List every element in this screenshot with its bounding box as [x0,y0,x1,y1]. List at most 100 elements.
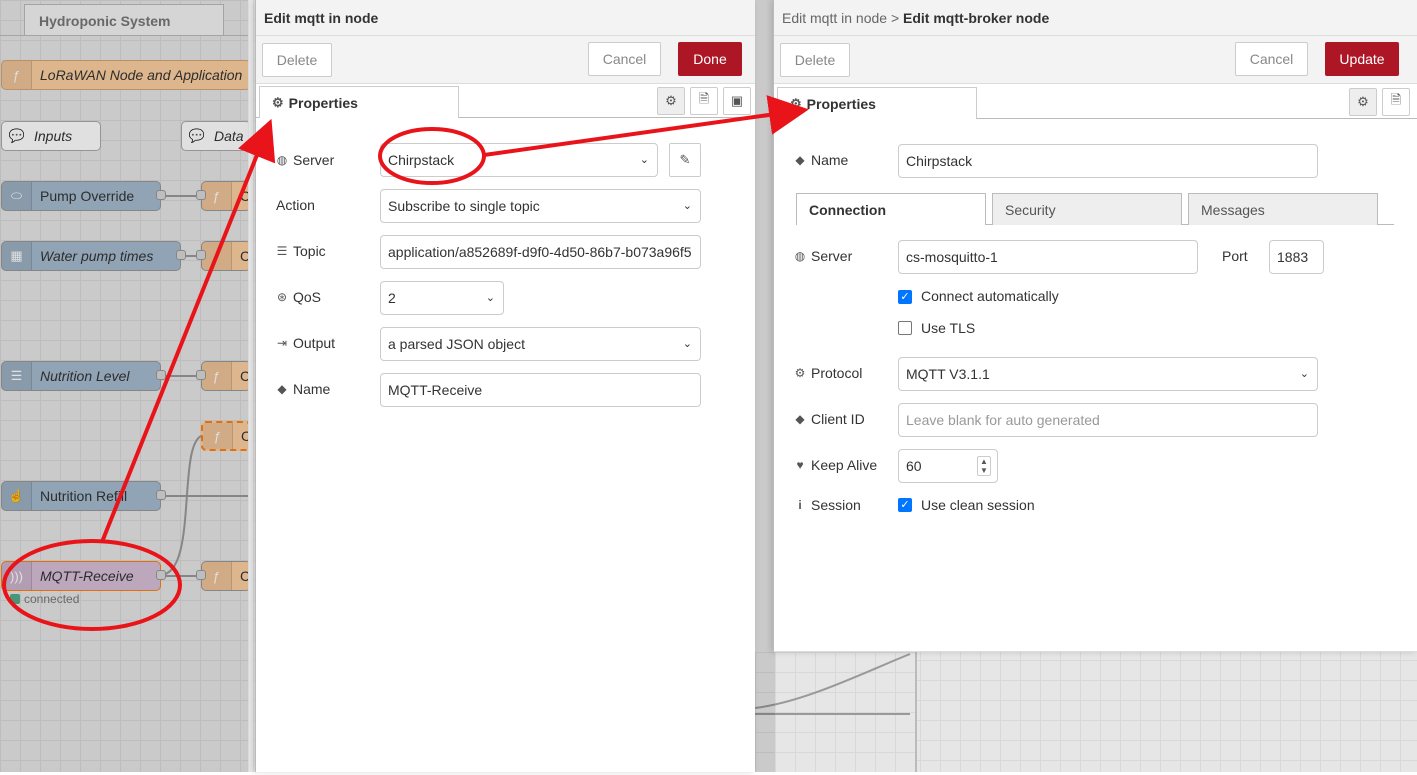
port-value: 1883 [1277,249,1309,265]
port-label-text: Port [1222,248,1248,264]
heartbeat-icon: ♥ [796,458,804,472]
tab-messages[interactable]: Messages [1188,193,1378,225]
tray-toolbar: Delete Cancel Update [774,36,1417,84]
keep-alive-label-text: Keep Alive [811,457,878,473]
done-button[interactable]: Done [678,42,742,76]
tray-divider[interactable] [248,0,254,772]
spinner-arrows-icon[interactable]: ▲ ▼ [977,456,991,476]
gear-icon[interactable]: ⚙ [657,87,685,115]
clean-session-checkbox[interactable]: ✓ [898,498,912,512]
cancel-button[interactable]: Cancel [588,42,661,76]
name-label-text: Name [293,381,331,397]
connect-automatically-label: Connect automatically [921,288,1059,304]
gear-icon: ⚙ [272,94,284,110]
name-label: ◆ Name [276,381,330,397]
broker-server-value: cs-mosquitto-1 [906,249,998,265]
action-label-text: Action [276,197,315,213]
gap-shade [755,0,775,772]
sign-out-icon: ⇥ [276,336,288,350]
globe-icon: ◍ [276,153,288,167]
gear-icon: ⚙ [790,95,802,111]
keep-alive-label: ♥ Keep Alive [794,457,877,473]
output-label: ⇥ Output [276,335,335,351]
session-label-text: Session [811,497,861,513]
qos-select-value: 2 [388,290,396,306]
topic-label-text: Topic [293,243,326,259]
cog-icon: ⚙ [794,366,806,380]
breadcrumb-separator: > [890,10,900,26]
qos-label: ⊛ QoS [276,289,321,305]
broker-name-value: Chirpstack [906,153,973,169]
tasks-icon: ☰ [276,244,288,258]
chevron-down-icon: ⌄ [485,292,495,304]
keep-alive-spinner[interactable]: 60 ▲ ▼ [898,449,998,483]
keep-alive-value: 60 [906,458,922,474]
tab-connection[interactable]: Connection [796,193,986,225]
appearance-icon[interactable]: ▣ [723,87,751,115]
delete-button[interactable]: Delete [780,43,850,77]
chevron-down-icon: ⌄ [639,154,649,166]
chevron-down-icon: ⌄ [682,338,692,350]
wire-curve [754,653,911,715]
delete-button[interactable]: Delete [262,43,332,77]
document-icon[interactable]: 🗎 [1382,88,1410,116]
topic-input[interactable]: application/a852689f-d9f0-4d50-86b7-b073… [380,235,701,269]
port-input[interactable]: 1883 [1269,240,1324,274]
tray-title-text: Edit mqtt-broker node [903,10,1050,26]
client-id-placeholder: Leave blank for auto generated [906,412,1100,428]
protocol-select[interactable]: MQTT V3.1.1 ⌄ [898,357,1318,391]
chevron-down-icon: ⌄ [682,200,692,212]
client-id-input[interactable]: Leave blank for auto generated [898,403,1318,437]
use-tls-label: Use TLS [921,320,976,336]
update-button[interactable]: Update [1325,42,1399,76]
tab-label: Properties [288,94,358,111]
workspace-corner [754,652,917,772]
broker-server-input[interactable]: cs-mosquitto-1 [898,240,1198,274]
tab-security[interactable]: Security [992,193,1182,225]
client-id-label: ◆ Client ID [794,411,865,427]
topic-label: ☰ Topic [276,243,326,259]
name-input[interactable]: MQTT-Receive [380,373,701,407]
workspace-shade [0,0,248,772]
tray-title-text: Edit mqtt in node [264,10,379,26]
gear-icon[interactable]: ⚙ [1349,88,1377,116]
output-select[interactable]: a parsed JSON object ⌄ [380,327,701,361]
breadcrumb-link[interactable]: Edit mqtt in node [782,10,887,26]
tray-title: Edit mqtt in node [256,0,755,36]
server-select[interactable]: Chirpstack ⌄ [380,143,658,177]
server-label: ◍ Server [276,152,334,168]
info-icon: i [798,498,802,512]
pencil-icon[interactable]: ✎ [669,143,701,177]
server-label: ◍ Server [794,248,852,264]
tag-icon: ◆ [795,412,805,426]
tab-properties[interactable]: ⚙ Properties [259,86,459,118]
qos-label-text: QoS [293,289,322,305]
qos-select[interactable]: 2 ⌄ [380,281,504,315]
tray-toolbar: Delete Cancel Done [256,36,755,84]
cancel-button[interactable]: Cancel [1235,42,1308,76]
tab-properties[interactable]: ⚙ Properties [777,87,977,119]
server-select-value: Chirpstack [388,152,455,168]
connect-automatically-checkbox[interactable]: ✓ [898,290,912,304]
action-label: Action [276,197,315,213]
broker-name-input[interactable]: Chirpstack [898,144,1318,178]
edit-mqtt-in-tray: Edit mqtt in node Delete Cancel Done ⚙ P… [255,0,755,772]
use-tls-checkbox[interactable] [898,321,912,335]
protocol-label: ⚙ Protocol [794,365,863,381]
tab-label: Properties [806,95,876,112]
port-label: Port [1222,248,1248,264]
globe-icon: ◍ [794,249,806,263]
name-label-text: Name [811,152,849,168]
chevron-down-icon: ⌄ [1299,368,1309,380]
server-label-text: Server [293,152,335,168]
name-input-value: MQTT-Receive [388,382,483,398]
action-select[interactable]: Subscribe to single topic ⌄ [380,189,701,223]
client-id-label-text: Client ID [811,411,865,427]
tray-title: Edit mqtt in node > Edit mqtt-broker nod… [774,0,1417,36]
server-label-text: Server [811,248,853,264]
tag-icon: ◆ [277,382,287,396]
document-icon[interactable]: 🗎 [690,87,718,115]
protocol-select-value: MQTT V3.1.1 [906,366,990,382]
edit-mqtt-broker-tray: Edit mqtt in node > Edit mqtt-broker nod… [773,0,1417,652]
tag-icon: ◆ [795,153,805,167]
